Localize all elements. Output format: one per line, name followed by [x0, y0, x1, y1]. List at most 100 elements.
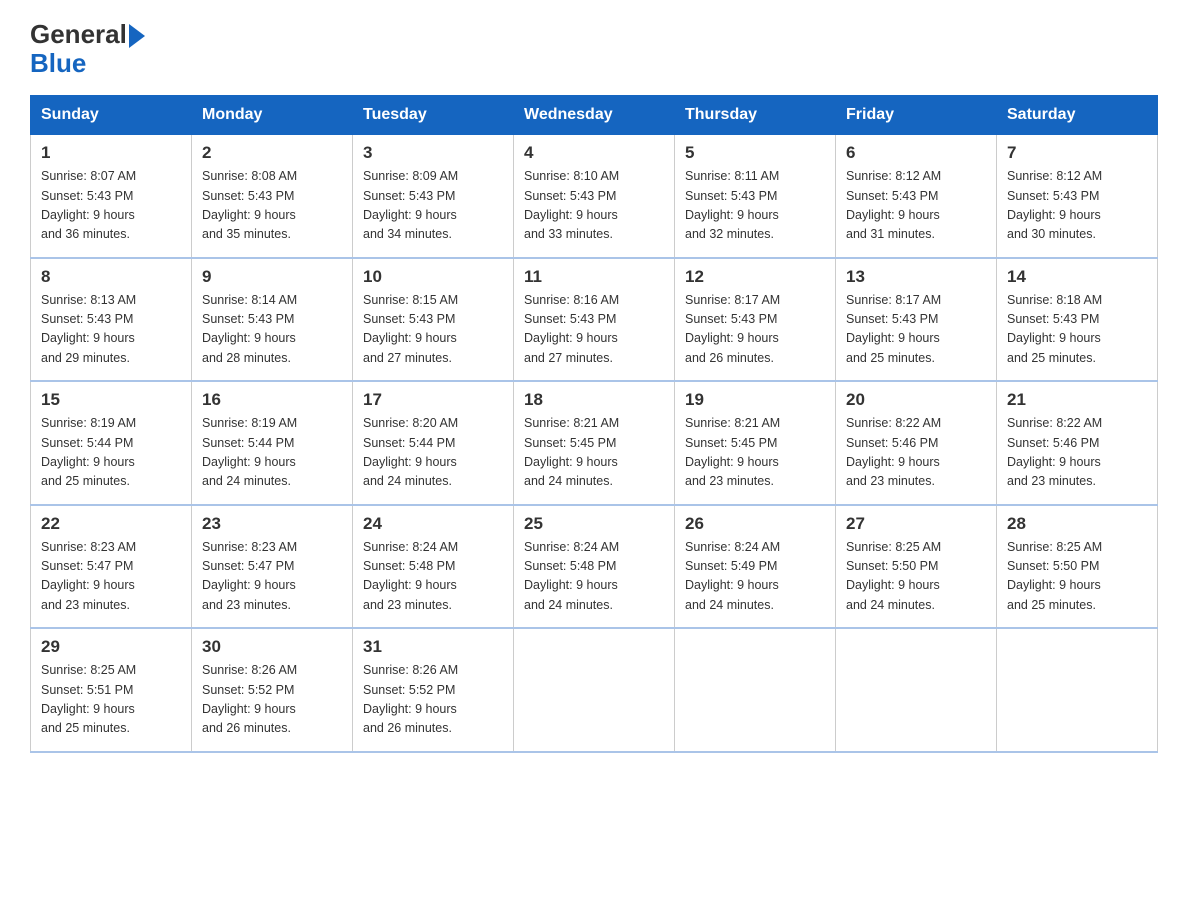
- day-info: Sunrise: 8:11 AMSunset: 5:43 PMDaylight:…: [685, 167, 825, 245]
- day-number: 10: [363, 267, 503, 287]
- day-info: Sunrise: 8:07 AMSunset: 5:43 PMDaylight:…: [41, 167, 181, 245]
- day-number: 25: [524, 514, 664, 534]
- day-cell: 29 Sunrise: 8:25 AMSunset: 5:51 PMDayligh…: [31, 628, 192, 752]
- day-cell: 18Sunrise: 8:21 AMSunset: 5:45 PMDayligh…: [514, 381, 675, 505]
- calendar-table: SundayMondayTuesdayWednesdayThursdayFrid…: [30, 95, 1158, 753]
- day-info: Sunrise: 8:23 AMSunset: 5:47 PMDaylight:…: [202, 538, 342, 616]
- day-cell: 2 Sunrise: 8:08 AMSunset: 5:43 PMDaylight…: [192, 135, 353, 258]
- day-cell: [836, 628, 997, 752]
- day-number: 4: [524, 143, 664, 163]
- day-number: 22: [41, 514, 181, 534]
- day-number: 18: [524, 390, 664, 410]
- day-number: 6: [846, 143, 986, 163]
- weekday-header-friday: Friday: [836, 96, 997, 135]
- logo-general: General: [30, 20, 145, 49]
- day-number: 2: [202, 143, 342, 163]
- day-number: 14: [1007, 267, 1147, 287]
- day-number: 9: [202, 267, 342, 287]
- week-row-3: 15 Sunrise: 8:19 AMSunset: 5:44 PMDayligh…: [31, 381, 1158, 505]
- weekday-header-tuesday: Tuesday: [353, 96, 514, 135]
- day-info: Sunrise: 8:17 AMSunset: 5:43 PMDaylight:…: [846, 291, 986, 369]
- day-number: 30: [202, 637, 342, 657]
- week-row-1: 1 Sunrise: 8:07 AMSunset: 5:43 PMDaylight…: [31, 135, 1158, 258]
- day-info: Sunrise: 8:22 AMSunset: 5:46 PMDaylight:…: [1007, 414, 1147, 492]
- day-info: Sunrise: 8:23 AMSunset: 5:47 PMDaylight:…: [41, 538, 181, 616]
- day-cell: 28 Sunrise: 8:25 AMSunset: 5:50 PMDayligh…: [997, 505, 1158, 629]
- day-number: 7: [1007, 143, 1147, 163]
- day-number: 8: [41, 267, 181, 287]
- day-number: 11: [524, 267, 664, 287]
- weekday-header-wednesday: Wednesday: [514, 96, 675, 135]
- day-number: 24: [363, 514, 503, 534]
- day-info: Sunrise: 8:26 AMSunset: 5:52 PMDaylight:…: [363, 661, 503, 739]
- day-cell: 16Sunrise: 8:19 AMSunset: 5:44 PMDayligh…: [192, 381, 353, 505]
- day-number: 26: [685, 514, 825, 534]
- day-number: 21: [1007, 390, 1147, 410]
- day-cell: 10 Sunrise: 8:15 AMSunset: 5:43 PMDayligh…: [353, 258, 514, 382]
- day-info: Sunrise: 8:18 AMSunset: 5:43 PMDaylight:…: [1007, 291, 1147, 369]
- logo: General Blue: [30, 20, 145, 77]
- day-cell: 30 Sunrise: 8:26 AMSunset: 5:52 PMDayligh…: [192, 628, 353, 752]
- day-info: Sunrise: 8:25 AMSunset: 5:51 PMDaylight:…: [41, 661, 181, 739]
- day-info: Sunrise: 8:13 AMSunset: 5:43 PMDaylight:…: [41, 291, 181, 369]
- week-row-4: 22 Sunrise: 8:23 AMSunset: 5:47 PMDayligh…: [31, 505, 1158, 629]
- day-cell: 3Sunrise: 8:09 AMSunset: 5:43 PMDaylight…: [353, 135, 514, 258]
- day-info: Sunrise: 8:24 AMSunset: 5:49 PMDaylight:…: [685, 538, 825, 616]
- day-info: Sunrise: 8:09 AMSunset: 5:43 PMDaylight:…: [363, 167, 503, 245]
- day-info: Sunrise: 8:15 AMSunset: 5:43 PMDaylight:…: [363, 291, 503, 369]
- day-number: 28: [1007, 514, 1147, 534]
- weekday-header-saturday: Saturday: [997, 96, 1158, 135]
- day-info: Sunrise: 8:25 AMSunset: 5:50 PMDaylight:…: [846, 538, 986, 616]
- day-number: 13: [846, 267, 986, 287]
- day-info: Sunrise: 8:26 AMSunset: 5:52 PMDaylight:…: [202, 661, 342, 739]
- day-number: 12: [685, 267, 825, 287]
- weekday-header-monday: Monday: [192, 96, 353, 135]
- day-cell: 15 Sunrise: 8:19 AMSunset: 5:44 PMDayligh…: [31, 381, 192, 505]
- day-cell: 22 Sunrise: 8:23 AMSunset: 5:47 PMDayligh…: [31, 505, 192, 629]
- day-cell: 25 Sunrise: 8:24 AMSunset: 5:48 PMDayligh…: [514, 505, 675, 629]
- day-cell: [514, 628, 675, 752]
- day-info: Sunrise: 8:25 AMSunset: 5:50 PMDaylight:…: [1007, 538, 1147, 616]
- day-cell: [997, 628, 1158, 752]
- day-cell: 31 Sunrise: 8:26 AMSunset: 5:52 PMDayligh…: [353, 628, 514, 752]
- day-cell: 23 Sunrise: 8:23 AMSunset: 5:47 PMDayligh…: [192, 505, 353, 629]
- day-info: Sunrise: 8:24 AMSunset: 5:48 PMDaylight:…: [524, 538, 664, 616]
- day-number: 1: [41, 143, 181, 163]
- day-info: Sunrise: 8:10 AMSunset: 5:43 PMDaylight:…: [524, 167, 664, 245]
- day-cell: 19Sunrise: 8:21 AMSunset: 5:45 PMDayligh…: [675, 381, 836, 505]
- day-cell: 11 Sunrise: 8:16 AMSunset: 5:43 PMDayligh…: [514, 258, 675, 382]
- day-cell: 17Sunrise: 8:20 AMSunset: 5:44 PMDayligh…: [353, 381, 514, 505]
- day-number: 15: [41, 390, 181, 410]
- day-info: Sunrise: 8:21 AMSunset: 5:45 PMDaylight:…: [685, 414, 825, 492]
- day-number: 29: [41, 637, 181, 657]
- day-cell: 20 Sunrise: 8:22 AMSunset: 5:46 PMDayligh…: [836, 381, 997, 505]
- day-info: Sunrise: 8:08 AMSunset: 5:43 PMDaylight:…: [202, 167, 342, 245]
- day-info: Sunrise: 8:12 AMSunset: 5:43 PMDaylight:…: [846, 167, 986, 245]
- day-number: 27: [846, 514, 986, 534]
- day-number: 20: [846, 390, 986, 410]
- day-number: 23: [202, 514, 342, 534]
- weekday-header-sunday: Sunday: [31, 96, 192, 135]
- day-cell: 5Sunrise: 8:11 AMSunset: 5:43 PMDaylight…: [675, 135, 836, 258]
- weekday-header-thursday: Thursday: [675, 96, 836, 135]
- day-cell: 8 Sunrise: 8:13 AMSunset: 5:43 PMDaylight…: [31, 258, 192, 382]
- logo-blue: Blue: [30, 49, 145, 78]
- weekday-header-row: SundayMondayTuesdayWednesdayThursdayFrid…: [31, 96, 1158, 135]
- day-cell: 4 Sunrise: 8:10 AMSunset: 5:43 PMDaylight…: [514, 135, 675, 258]
- day-info: Sunrise: 8:24 AMSunset: 5:48 PMDaylight:…: [363, 538, 503, 616]
- logo-arrow-icon: [129, 24, 145, 48]
- day-number: 16: [202, 390, 342, 410]
- day-cell: 24 Sunrise: 8:24 AMSunset: 5:48 PMDayligh…: [353, 505, 514, 629]
- day-number: 17: [363, 390, 503, 410]
- day-number: 31: [363, 637, 503, 657]
- day-cell: 26 Sunrise: 8:24 AMSunset: 5:49 PMDayligh…: [675, 505, 836, 629]
- day-cell: 7Sunrise: 8:12 AMSunset: 5:43 PMDaylight…: [997, 135, 1158, 258]
- day-info: Sunrise: 8:19 AMSunset: 5:44 PMDaylight:…: [41, 414, 181, 492]
- day-cell: 6 Sunrise: 8:12 AMSunset: 5:43 PMDaylight…: [836, 135, 997, 258]
- day-cell: 27 Sunrise: 8:25 AMSunset: 5:50 PMDayligh…: [836, 505, 997, 629]
- day-cell: 14 Sunrise: 8:18 AMSunset: 5:43 PMDayligh…: [997, 258, 1158, 382]
- page-header: General Blue: [30, 20, 1158, 77]
- day-cell: 13 Sunrise: 8:17 AMSunset: 5:43 PMDayligh…: [836, 258, 997, 382]
- day-info: Sunrise: 8:22 AMSunset: 5:46 PMDaylight:…: [846, 414, 986, 492]
- day-info: Sunrise: 8:16 AMSunset: 5:43 PMDaylight:…: [524, 291, 664, 369]
